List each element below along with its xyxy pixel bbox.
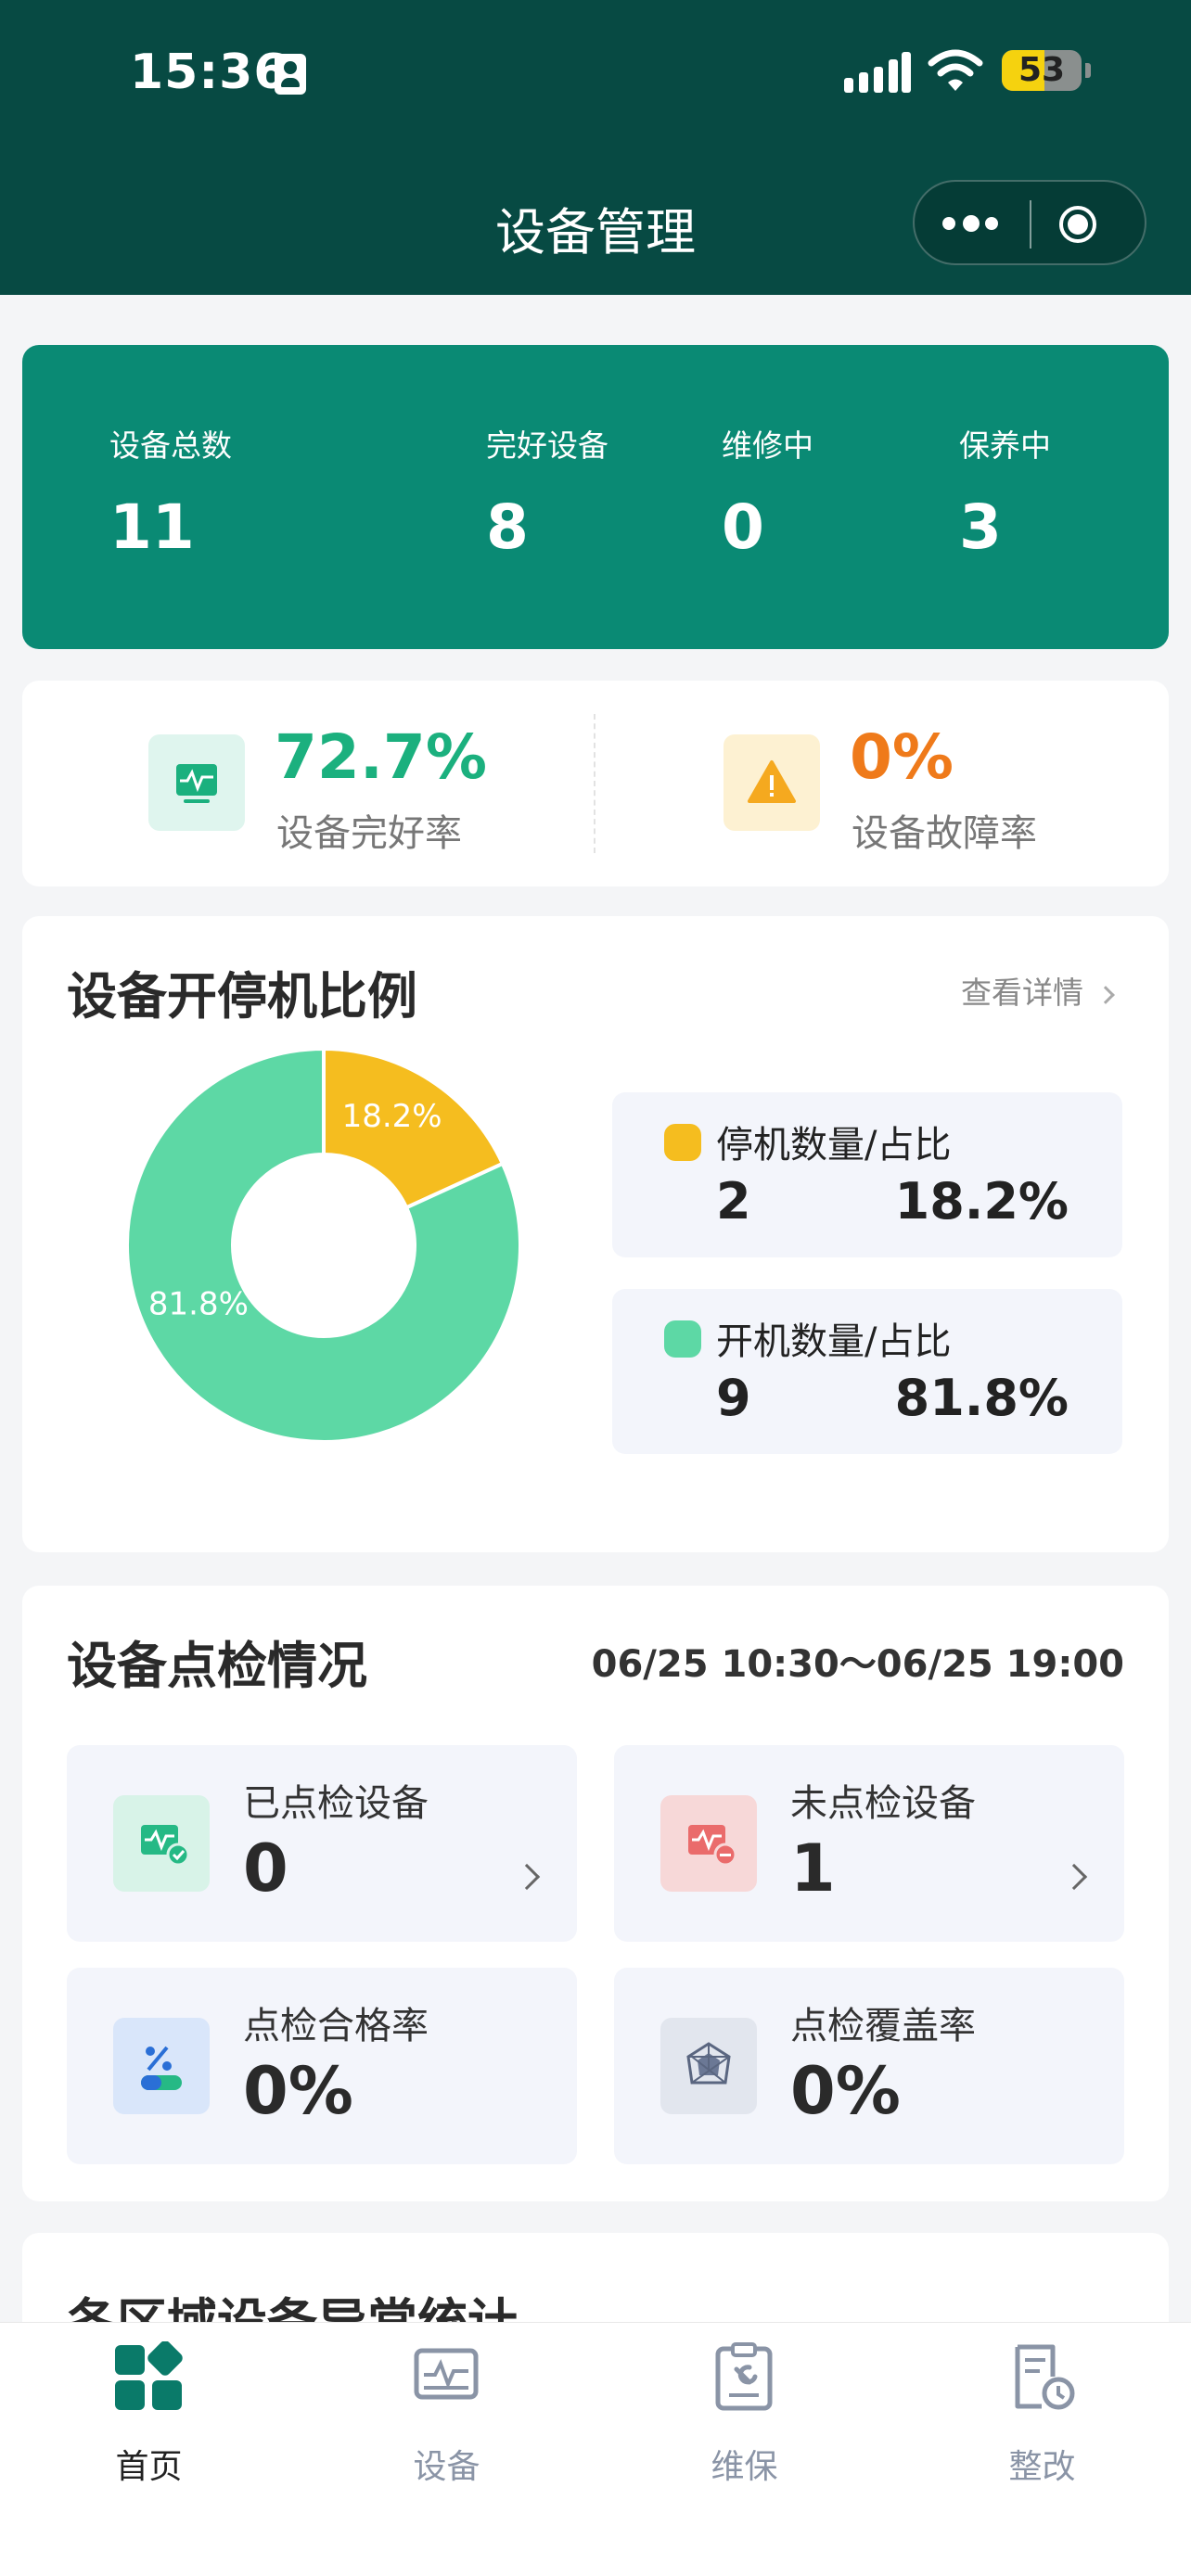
battery-tip [1085, 63, 1091, 78]
device-monitor-icon [414, 2348, 479, 2400]
battery-level: 53 [1018, 51, 1066, 89]
tab-label: 整改 [1008, 2448, 1076, 2486]
legend-percent: 81.8% [894, 1369, 1069, 1427]
section-title: 设备开停机比例 [67, 967, 417, 1026]
more-dots-icon[interactable] [942, 210, 1007, 237]
slice-percent-label: 18.2% [342, 1098, 442, 1135]
inspection-card: 设备点检情况 06/25 10:30～06/25 19:00 已点检设备 0 未… [22, 1586, 1169, 2201]
tile-uninspected-devices[interactable]: 未点检设备 1 [614, 1745, 1124, 1942]
tile-value: 0% [790, 2053, 901, 2129]
bottom-tab-bar: 首页 设备 维保 整改 [0, 2322, 1191, 2576]
percent-pill-icon [113, 2018, 210, 2114]
tab-devices[interactable]: 设备 [298, 2323, 596, 2508]
tile-label: 已点检设备 [243, 1782, 429, 1825]
intact-rate-value: 72.7% [275, 721, 487, 793]
tile-value: 1 [790, 1830, 836, 1906]
legend-swatch [664, 1320, 701, 1358]
legend-label: 开机数量/占比 [716, 1320, 952, 1363]
battery-icon: 53 [1002, 50, 1082, 91]
rectify-document-clock-icon [1015, 2344, 1075, 2410]
tile-value: 0% [243, 2053, 353, 2129]
fault-rate-label: 设备故障率 [852, 812, 1037, 855]
tab-label: 设备 [413, 2448, 480, 2486]
inspected-check-icon [113, 1795, 210, 1892]
stat-label: 完好设备 [486, 427, 608, 464]
app-header: 15:36 53 设备管理 [0, 0, 1191, 295]
run-stop-donut-chart: 18.2% 81.8% [125, 1046, 522, 1444]
tab-label: 维保 [711, 2448, 778, 2486]
legend-count: 9 [716, 1369, 751, 1427]
tile-label: 点检合格率 [243, 2005, 429, 2047]
tile-pass-rate: 点检合格率 0% [67, 1968, 577, 2164]
legend-count: 2 [716, 1172, 751, 1231]
monitor-pulse-icon [148, 734, 245, 831]
rate-card: 72.7% 设备完好率 0% 设备故障率 [22, 681, 1169, 886]
tab-maintenance[interactable]: 维保 [596, 2323, 893, 2508]
stat-label: 保养中 [959, 427, 1051, 464]
tile-coverage-rate: 点检覆盖率 0% [614, 1968, 1124, 2164]
inspection-time-range: 06/25 10:30～06/25 19:00 [591, 1643, 1124, 1686]
legend-swatch [664, 1124, 701, 1161]
tab-rectify[interactable]: 整改 [893, 2323, 1191, 2508]
tile-value: 0 [243, 1830, 288, 1906]
stat-value: 3 [959, 491, 1002, 563]
chevron-right-icon [1060, 1863, 1088, 1891]
radar-web-icon [660, 2018, 757, 2114]
close-target-icon[interactable] [1059, 206, 1096, 243]
uninspected-alert-icon [660, 1795, 757, 1892]
capsule-divider [1030, 200, 1031, 249]
tile-label: 未点检设备 [790, 1782, 976, 1825]
status-time: 15:36 [130, 45, 288, 100]
stat-value: 8 [486, 491, 529, 563]
contact-card-icon [275, 54, 306, 95]
chevron-right-icon [1095, 985, 1115, 1004]
home-grid-icon [115, 2341, 183, 2410]
stat-label: 设备总数 [109, 427, 232, 464]
fault-rate-value: 0% [850, 721, 954, 793]
legend-running: 开机数量/占比 9 81.8% [612, 1289, 1122, 1454]
tile-label: 点检覆盖率 [790, 2005, 976, 2047]
run-stop-ratio-card: 设备开停机比例 查看详情 18.2% 81.8% 停机数量/占比 2 18.2% … [22, 916, 1169, 1552]
cellular-signal-icon [844, 52, 911, 93]
legend-stopped: 停机数量/占比 2 18.2% [612, 1092, 1122, 1257]
stat-label: 维修中 [722, 427, 813, 464]
maintenance-clipboard-icon [715, 2342, 773, 2411]
slice-percent-label: 81.8% [148, 1286, 249, 1323]
stat-value: 0 [722, 491, 764, 563]
legend-label: 停机数量/占比 [716, 1124, 952, 1167]
view-details-label: 查看详情 [961, 975, 1083, 1011]
legend-percent: 18.2% [894, 1172, 1069, 1231]
miniprogram-capsule [913, 180, 1146, 265]
equipment-summary-card: 设备总数 11 完好设备 8 维修中 0 保养中 3 [22, 345, 1169, 649]
chevron-right-icon [513, 1863, 541, 1891]
view-details-link[interactable]: 查看详情 [961, 968, 1115, 1013]
tab-home[interactable]: 首页 [0, 2323, 298, 2508]
stat-value: 11 [109, 491, 195, 563]
tile-inspected-devices[interactable]: 已点检设备 0 [67, 1745, 577, 1942]
intact-rate-label: 设备完好率 [276, 812, 462, 855]
tab-label: 首页 [115, 2448, 183, 2486]
rate-divider [594, 714, 596, 853]
section-title: 设备点检情况 [67, 1637, 367, 1695]
wifi-icon [928, 49, 983, 91]
warning-icon [724, 734, 820, 831]
